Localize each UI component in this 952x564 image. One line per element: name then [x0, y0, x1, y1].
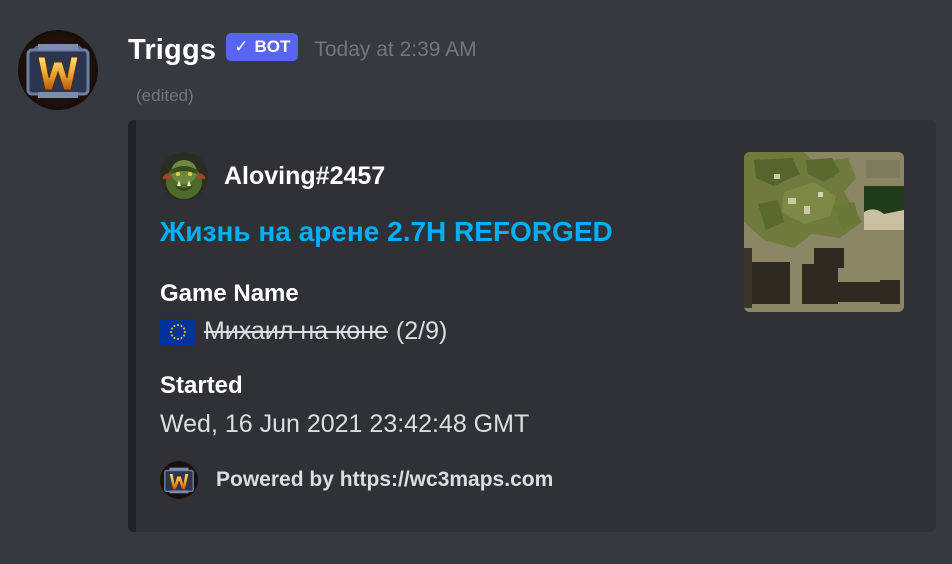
game-name-text: Михаил на коне — [204, 317, 388, 345]
author-name[interactable]: Triggs — [128, 34, 216, 67]
bot-avatar[interactable] — [18, 30, 98, 110]
bot-tag: ✓ BOT — [226, 33, 299, 61]
message-embed: Aloving#2457 Жизнь на арене 2.7H REFORGE… — [128, 120, 936, 532]
orc-avatar-icon — [160, 152, 208, 200]
map-preview-image — [744, 152, 904, 312]
player-count: (2/9) — [395, 317, 448, 345]
bot-tag-label: BOT — [254, 37, 291, 56]
map-thumbnail[interactable] — [744, 152, 904, 312]
eu-flag-icon — [160, 318, 196, 345]
edited-label[interactable]: (edited) — [136, 86, 194, 106]
field-started-value: Wed, 16 Jun 2021 23:42:48 GMT — [160, 410, 530, 438]
embed-author-name: Aloving#2457 — [224, 161, 386, 190]
embed-footer: Powered by https://wc3maps.com — [160, 458, 553, 502]
message-timestamp[interactable]: Today at 2:39 AM — [314, 38, 476, 62]
field-game-name-value: Михаил на коне (2/9) — [160, 317, 447, 346]
embed-author: Aloving#2457 — [160, 150, 385, 202]
message-header: Triggs ✓ BOT Today at 2:39 AM — [128, 30, 477, 70]
warcraft-logo-icon — [160, 461, 198, 499]
field-started-label: Started — [160, 372, 243, 399]
embed-title-link[interactable]: Жизнь на арене 2.7H REFORGED — [160, 216, 613, 248]
warcraft-logo-icon — [18, 30, 98, 110]
footer-text: Powered by https://wc3maps.com — [216, 468, 554, 491]
verified-check-icon: ✓ — [234, 37, 249, 56]
field-game-name-label: Game Name — [160, 280, 299, 307]
